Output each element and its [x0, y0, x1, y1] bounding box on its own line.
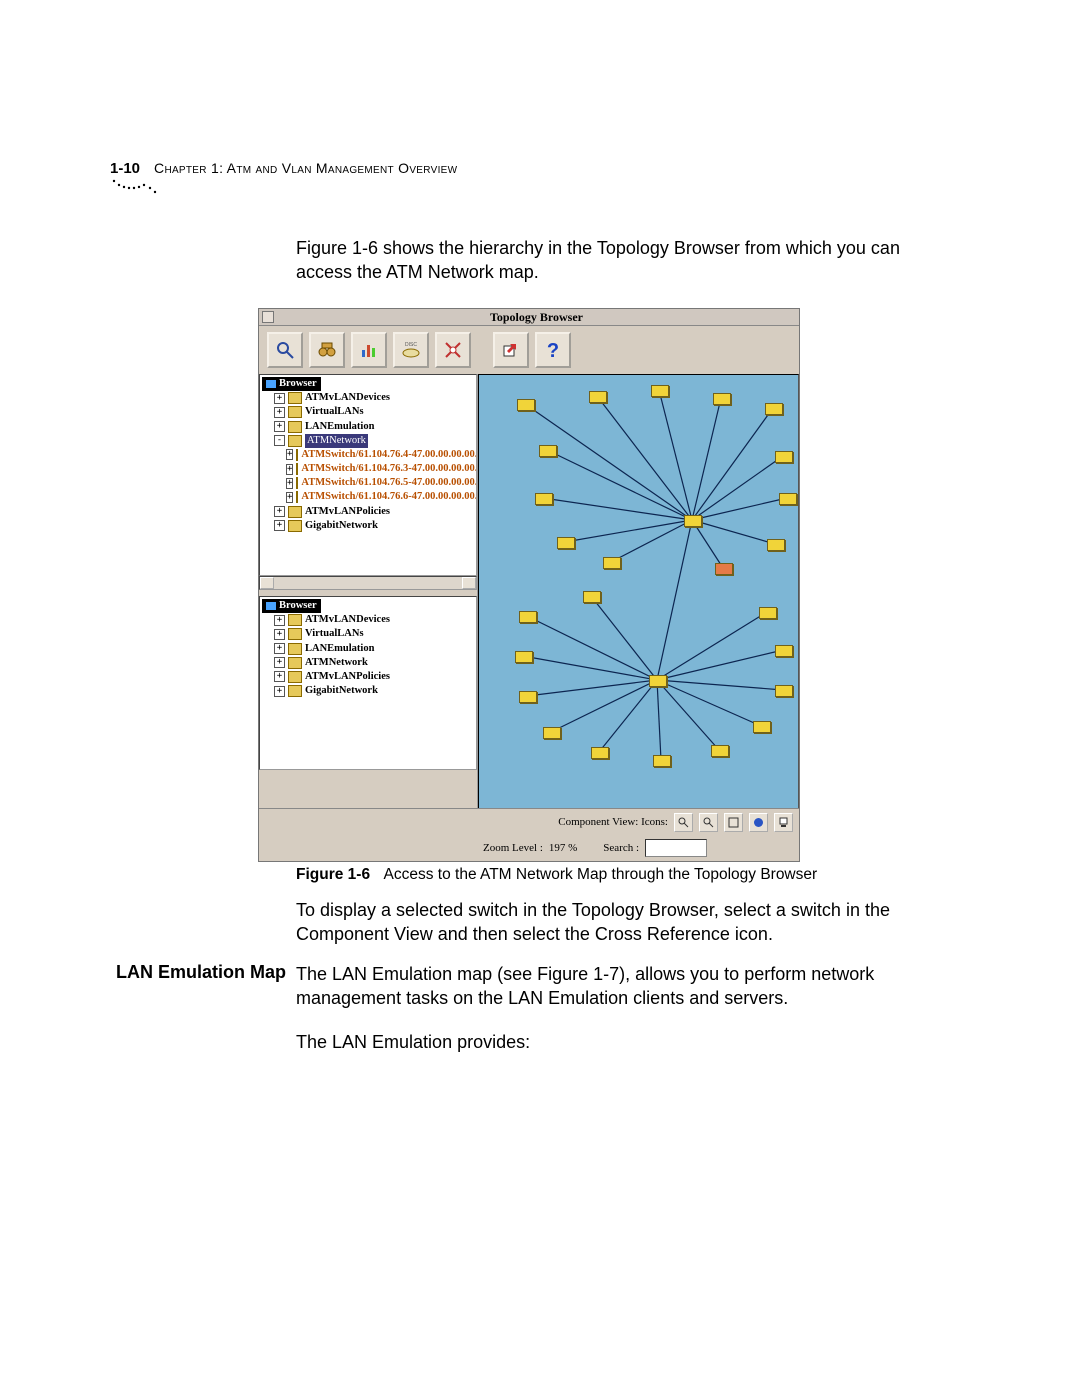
topology-node[interactable] [715, 563, 733, 575]
search-input[interactable] [645, 839, 707, 857]
figure-caption-text: Access to the ATM Network Map through th… [384, 866, 818, 883]
view-globe-icon[interactable] [749, 813, 768, 832]
decorative-dots-icon [112, 178, 160, 200]
lan-emulation-paragraph-1: The LAN Emulation map (see Figure 1-7), … [296, 962, 960, 1011]
search-icon[interactable] [267, 332, 303, 368]
topology-node[interactable] [753, 721, 771, 733]
topology-node[interactable] [765, 403, 783, 415]
zoom-value: 197 % [549, 842, 577, 854]
tree-scrollbar[interactable] [259, 576, 477, 590]
topology-node[interactable] [519, 691, 537, 703]
zoom-out-icon[interactable] [699, 813, 718, 832]
topology-node[interactable] [603, 557, 621, 569]
topology-node[interactable] [779, 493, 797, 505]
page-number: 1-10 [110, 160, 140, 177]
topology-node[interactable] [651, 385, 669, 397]
intro-paragraph: Figure 1-6 shows the hierarchy in the To… [296, 236, 960, 285]
topology-node[interactable] [759, 607, 777, 619]
topology-browser-window: Topology Browser DISC ? [258, 308, 800, 862]
tree-child[interactable]: +ATMSwitch/61.104.76.3-47.00.00.00.00.0.… [262, 462, 474, 476]
tree-root[interactable]: Browser [262, 599, 474, 613]
running-header: 1-10 Chapter 1: Atm and Vlan Management … [110, 160, 457, 177]
tree-panel: Browser+ATMvLANDevices+VirtualLANs+LANEm… [259, 374, 477, 812]
topology-node[interactable] [591, 747, 609, 759]
component-view-label: Component View: Icons: [558, 816, 668, 828]
topology-node[interactable] [583, 591, 601, 603]
topology-node[interactable] [775, 451, 793, 463]
svg-text:DISC: DISC [405, 342, 417, 348]
topology-node[interactable] [767, 539, 785, 551]
status-bar: Component View: Icons: Zoom Level : 197 … [259, 808, 799, 861]
page: 1-10 Chapter 1: Atm and Vlan Management … [0, 0, 1080, 1397]
tree-item[interactable]: +ATMvLANDevices [262, 391, 474, 405]
tree-item[interactable]: +ATMvLANPolicies [262, 670, 474, 684]
search-label: Search : [603, 842, 639, 854]
tree-child[interactable]: +ATMSwitch/61.104.76.6-47.00.00.00.00.0.… [262, 490, 474, 504]
tree-item[interactable]: +LANEmulation [262, 642, 474, 656]
figure-caption-num: Figure 1-6 [296, 866, 370, 883]
tree-item[interactable]: +LANEmulation [262, 420, 474, 434]
topology-node[interactable] [515, 651, 533, 663]
topology-node[interactable] [713, 393, 731, 405]
tree-root[interactable]: Browser [262, 377, 474, 391]
zoom-in-icon[interactable] [674, 813, 693, 832]
tree-top[interactable]: Browser+ATMvLANDevices+VirtualLANs+LANEm… [259, 374, 477, 576]
topology-node[interactable] [775, 685, 793, 697]
topology-node[interactable] [557, 537, 575, 549]
tree-item[interactable]: +GigabitNetwork [262, 684, 474, 698]
topology-node[interactable] [775, 645, 793, 657]
topology-node[interactable] [684, 515, 702, 527]
tree-child[interactable]: +ATMSwitch/61.104.76.5-47.00.00.00.00.0.… [262, 476, 474, 490]
tree-item[interactable]: +ATMvLANPolicies [262, 505, 474, 519]
tree-item[interactable]: -ATMNetwork [262, 434, 474, 448]
tree-item[interactable]: +VirtualLANs [262, 405, 474, 419]
window-title: Topology Browser [274, 310, 799, 325]
topology-node[interactable] [519, 611, 537, 623]
paragraph-cross-reference: To display a selected switch in the Topo… [296, 898, 960, 947]
launch-icon[interactable] [493, 332, 529, 368]
zoom-fit-icon[interactable] [724, 813, 743, 832]
chapter-title: Chapter 1: Atm and Vlan Management Overv… [154, 160, 457, 176]
topology-node[interactable] [539, 445, 557, 457]
tree-item[interactable]: +ATMNetwork [262, 656, 474, 670]
tree-item[interactable]: +VirtualLANs [262, 627, 474, 641]
scroll-right-icon[interactable] [462, 577, 476, 589]
tree-item[interactable]: +ATMvLANDevices [262, 613, 474, 627]
scroll-left-icon[interactable] [260, 577, 274, 589]
topology-node[interactable] [517, 399, 535, 411]
lan-emulation-paragraph-2: The LAN Emulation provides: [296, 1030, 960, 1054]
zoom-label: Zoom Level : [483, 842, 543, 854]
disc-icon[interactable]: DISC [393, 332, 429, 368]
toolbar: DISC ? [259, 326, 799, 374]
barchart-icon[interactable] [351, 332, 387, 368]
window-titlebar: Topology Browser [259, 309, 799, 326]
tree-bottom[interactable]: Browser+ATMvLANDevices+VirtualLANs+LANEm… [259, 596, 477, 770]
window-control-icon[interactable] [262, 311, 274, 323]
crossref-icon[interactable] [435, 332, 471, 368]
figure-caption: Figure 1-6 Access to the ATM Network Map… [296, 866, 960, 884]
tree-child[interactable]: +ATMSwitch/61.104.76.4-47.00.00.00.00.0.… [262, 448, 474, 462]
topology-node[interactable] [589, 391, 607, 403]
tree-item[interactable]: +GigabitNetwork [262, 519, 474, 533]
section-heading-lan-emulation-map: LAN Emulation Map [96, 962, 286, 983]
topology-map-panel [477, 374, 799, 812]
topology-node[interactable] [543, 727, 561, 739]
help-icon[interactable]: ? [535, 332, 571, 368]
topology-node[interactable] [535, 493, 553, 505]
topology-node[interactable] [711, 745, 729, 757]
view-host-icon[interactable] [774, 813, 793, 832]
svg-text:?: ? [547, 340, 559, 360]
topology-map[interactable] [478, 374, 799, 812]
topology-node[interactable] [653, 755, 671, 767]
topology-node[interactable] [649, 675, 667, 687]
binoculars-icon[interactable] [309, 332, 345, 368]
